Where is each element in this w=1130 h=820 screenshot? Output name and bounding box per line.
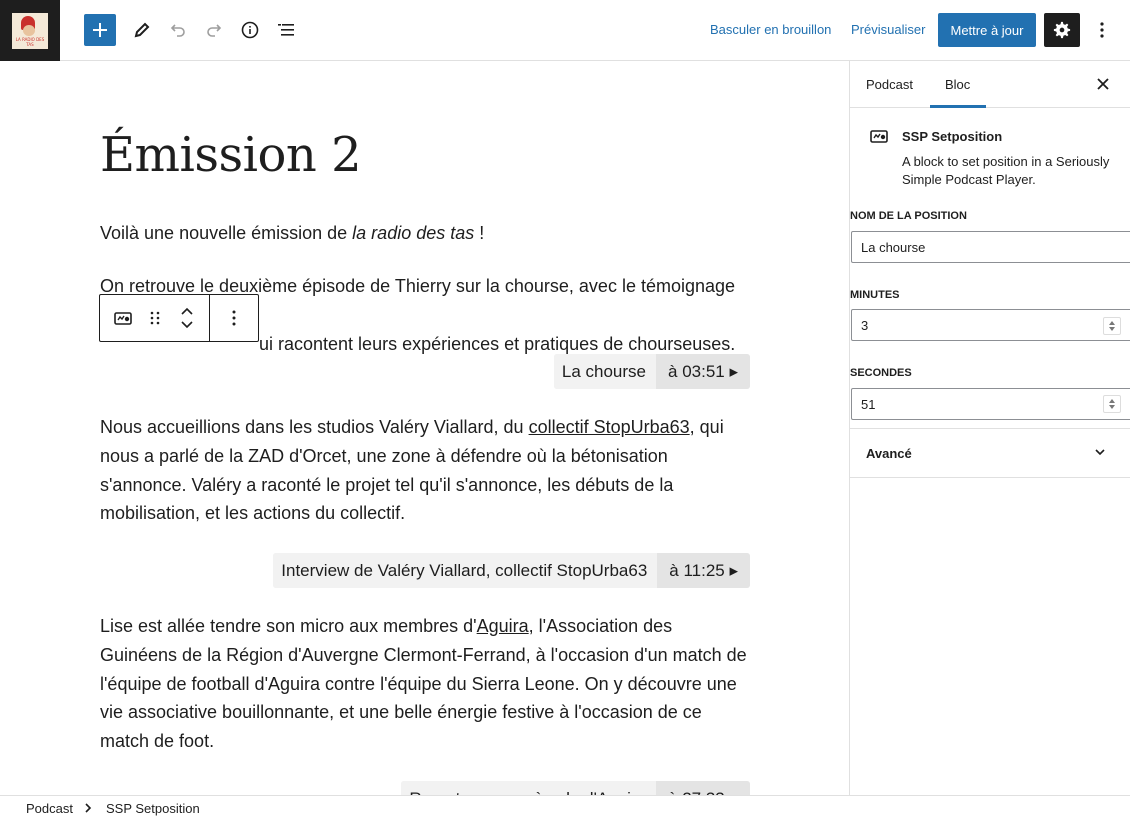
redo-icon bbox=[207, 24, 222, 37]
post-title[interactable]: Émission 2 bbox=[100, 127, 362, 183]
site-logo-button[interactable]: LA RADIO DES TAS bbox=[0, 0, 60, 61]
options-button[interactable] bbox=[1090, 13, 1114, 47]
close-sidebar-button[interactable] bbox=[1094, 75, 1112, 93]
spin-down-icon bbox=[1109, 405, 1115, 409]
seconds-stepper[interactable] bbox=[1103, 395, 1121, 413]
advanced-label: Avancé bbox=[866, 446, 912, 461]
paragraph-1[interactable]: Voilà une nouvelle émission de la radio … bbox=[100, 219, 752, 248]
more-vertical-icon bbox=[1100, 22, 1104, 38]
seconds-label: SECONDES bbox=[850, 367, 912, 379]
switch-to-draft-button[interactable]: Basculer en brouillon bbox=[710, 22, 831, 37]
position-time-button[interactable]: à 03:51 ▸ bbox=[656, 354, 750, 389]
link-aguira[interactable]: Aguira bbox=[477, 616, 529, 636]
preview-button[interactable]: Prévisualiser bbox=[851, 22, 925, 37]
drag-handle[interactable] bbox=[146, 310, 164, 326]
spin-up-icon bbox=[1109, 321, 1115, 325]
position-name: Reportage avec à…de d'Aguira bbox=[401, 781, 657, 795]
info-icon bbox=[241, 21, 259, 39]
settings-sidebar: Podcast Bloc SSP Setposition A block to … bbox=[849, 61, 1130, 795]
paragraph-1-italic: la radio des tas bbox=[352, 223, 475, 243]
minutes-input[interactable]: 3 bbox=[851, 309, 1130, 341]
position-block-2[interactable]: Interview de Valéry Viallard, collectif … bbox=[273, 553, 750, 588]
minutes-label: MINUTES bbox=[850, 289, 900, 301]
spin-down-icon bbox=[1109, 327, 1115, 331]
chevron-down-icon bbox=[1095, 449, 1105, 456]
position-block-3[interactable]: Reportage avec à…de d'Aguira à 27:33 ▸ bbox=[401, 781, 750, 795]
breadcrumb-item-block[interactable]: SSP Setposition bbox=[106, 801, 200, 816]
position-block-1[interactable]: La chourse à 03:51 ▸ bbox=[553, 354, 750, 389]
seconds-input[interactable]: 51 bbox=[851, 388, 1130, 420]
list-view-icon bbox=[278, 24, 294, 36]
plus-icon bbox=[93, 23, 107, 37]
position-name-input[interactable]: La chourse bbox=[851, 231, 1130, 263]
position-name-label: NOM DE LA POSITION bbox=[850, 210, 967, 222]
podcast-player-icon bbox=[870, 130, 888, 143]
sidebar-tabs: Podcast Bloc bbox=[850, 61, 1130, 108]
chevron-right-icon bbox=[85, 803, 92, 813]
move-down-icon[interactable] bbox=[181, 321, 193, 329]
undo-icon bbox=[170, 24, 185, 37]
block-type-button[interactable] bbox=[100, 310, 146, 326]
block-toolbar bbox=[99, 294, 259, 342]
drag-handle-icon bbox=[150, 311, 160, 325]
seconds-value: 51 bbox=[861, 396, 876, 412]
advanced-panel-toggle[interactable]: Avancé bbox=[850, 428, 1130, 478]
details-button[interactable] bbox=[234, 14, 266, 46]
editor-canvas: Émission 2 Voilà une nouvelle émission d… bbox=[0, 61, 849, 795]
tab-podcast[interactable]: Podcast bbox=[866, 77, 913, 92]
block-options-button[interactable] bbox=[210, 295, 258, 341]
update-button[interactable]: Mettre à jour bbox=[938, 13, 1036, 47]
link-stopurba63[interactable]: collectif StopUrba63 bbox=[529, 417, 690, 437]
settings-button[interactable] bbox=[1044, 13, 1080, 47]
undo-button[interactable] bbox=[162, 14, 194, 46]
breadcrumb: Podcast SSP Setposition bbox=[0, 795, 1130, 820]
breadcrumb-item-podcast[interactable]: Podcast bbox=[26, 801, 73, 816]
paragraph-4[interactable]: Lise est allée tendre son micro aux memb… bbox=[100, 612, 752, 756]
block-card: SSP Setposition A block to set position … bbox=[850, 108, 1130, 200]
paragraph-1-end: ! bbox=[474, 223, 485, 243]
editor-top-toolbar: LA RADIO DES TAS Basculer en brouillon P… bbox=[0, 0, 1130, 61]
tools-button[interactable] bbox=[126, 14, 158, 46]
paragraph-4-text: Lise est allée tendre son micro aux memb… bbox=[100, 616, 477, 636]
podcast-player-icon bbox=[114, 312, 132, 325]
move-up-icon[interactable] bbox=[181, 307, 193, 315]
spin-up-icon bbox=[1109, 399, 1115, 403]
site-logo: LA RADIO DES TAS bbox=[12, 12, 48, 49]
position-name: Interview de Valéry Viallard, collectif … bbox=[273, 553, 658, 588]
position-time-button[interactable]: à 11:25 ▸ bbox=[657, 553, 750, 588]
paragraph-3[interactable]: Nous accueillions dans les studios Valér… bbox=[100, 413, 752, 528]
tab-block[interactable]: Bloc bbox=[945, 77, 970, 92]
pencil-icon bbox=[134, 22, 150, 38]
minutes-value: 3 bbox=[861, 317, 869, 333]
more-vertical-icon bbox=[232, 310, 236, 326]
list-view-button[interactable] bbox=[270, 14, 302, 46]
logo-text: LA RADIO DES TAS bbox=[15, 36, 45, 47]
minutes-stepper[interactable] bbox=[1103, 317, 1121, 335]
gear-icon bbox=[1053, 21, 1071, 39]
block-description: A block to set position in a Seriously S… bbox=[902, 154, 1110, 187]
block-title: SSP Setposition bbox=[902, 129, 1003, 144]
add-block-button[interactable] bbox=[84, 14, 116, 46]
position-time-button[interactable]: à 27:33 ▸ bbox=[656, 781, 750, 795]
paragraph-3-text: Nous accueillions dans les studios Valér… bbox=[100, 417, 529, 437]
position-name: La chourse bbox=[553, 354, 657, 389]
paragraph-1-text: Voilà une nouvelle émission de bbox=[100, 223, 353, 243]
paragraph-4-end: , l'Association des Guinéens de la Régio… bbox=[100, 616, 747, 752]
close-icon bbox=[1097, 78, 1109, 90]
redo-button[interactable] bbox=[198, 14, 230, 46]
